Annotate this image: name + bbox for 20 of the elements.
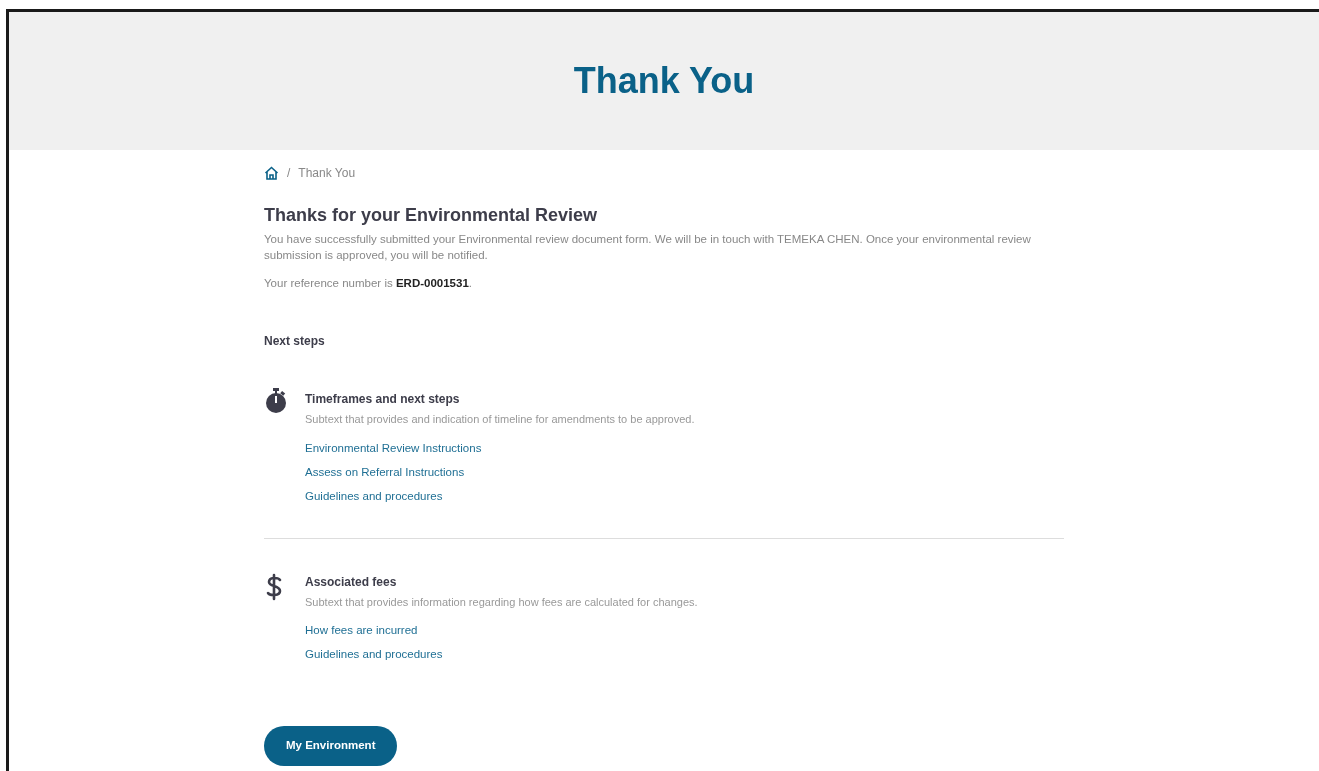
section-subtext: Subtext that provides and indication of timeline for amendments to be approved. bbox=[305, 412, 695, 428]
breadcrumb-separator: / bbox=[287, 165, 291, 182]
next-steps-label: Next steps bbox=[264, 333, 326, 351]
section-title: Timeframes and next steps bbox=[305, 391, 461, 409]
resource-link[interactable]: Guidelines and procedures bbox=[305, 646, 443, 664]
home-icon[interactable] bbox=[264, 166, 279, 180]
page-title: Thank You bbox=[573, 59, 755, 103]
dollar-icon bbox=[265, 572, 283, 601]
resource-link[interactable]: Guidelines and procedures bbox=[305, 488, 443, 506]
section-heading: Thanks for your Environmental Review bbox=[264, 204, 599, 227]
resource-link[interactable]: Assess on Referral Instructions bbox=[305, 464, 465, 482]
resource-link[interactable]: Environmental Review Instructions bbox=[305, 439, 482, 457]
intro-text: You have successfully submitted your Environmental review document form. We will be in touch with TEMEKA CHEN. Once your environmental review submission is approved, you will be notified. bbox=[264, 232, 1032, 263]
breadcrumb-current: Thank You bbox=[298, 165, 356, 182]
section-title: Associated fees bbox=[305, 573, 398, 591]
section-subtext: Subtext that provides information regarding how fees are calculated for changes. bbox=[305, 594, 698, 610]
stopwatch-icon bbox=[265, 388, 287, 415]
reference-text: Your reference number is ERD-0001531. bbox=[264, 276, 473, 291]
my-environment-button[interactable]: My Environment bbox=[264, 725, 398, 766]
resource-link[interactable]: How fees are incurred bbox=[305, 622, 418, 640]
